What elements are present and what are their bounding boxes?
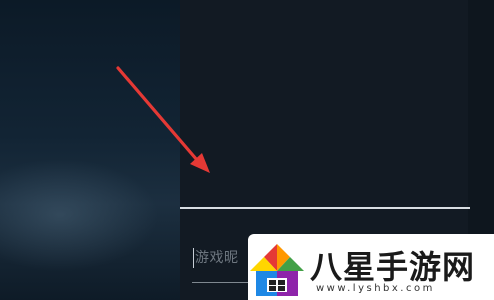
watermark-brand-text: 八星手游网 (310, 248, 476, 286)
house-logo-icon (250, 244, 304, 296)
watermark-url-text: www.lyshbx.com (316, 283, 435, 294)
